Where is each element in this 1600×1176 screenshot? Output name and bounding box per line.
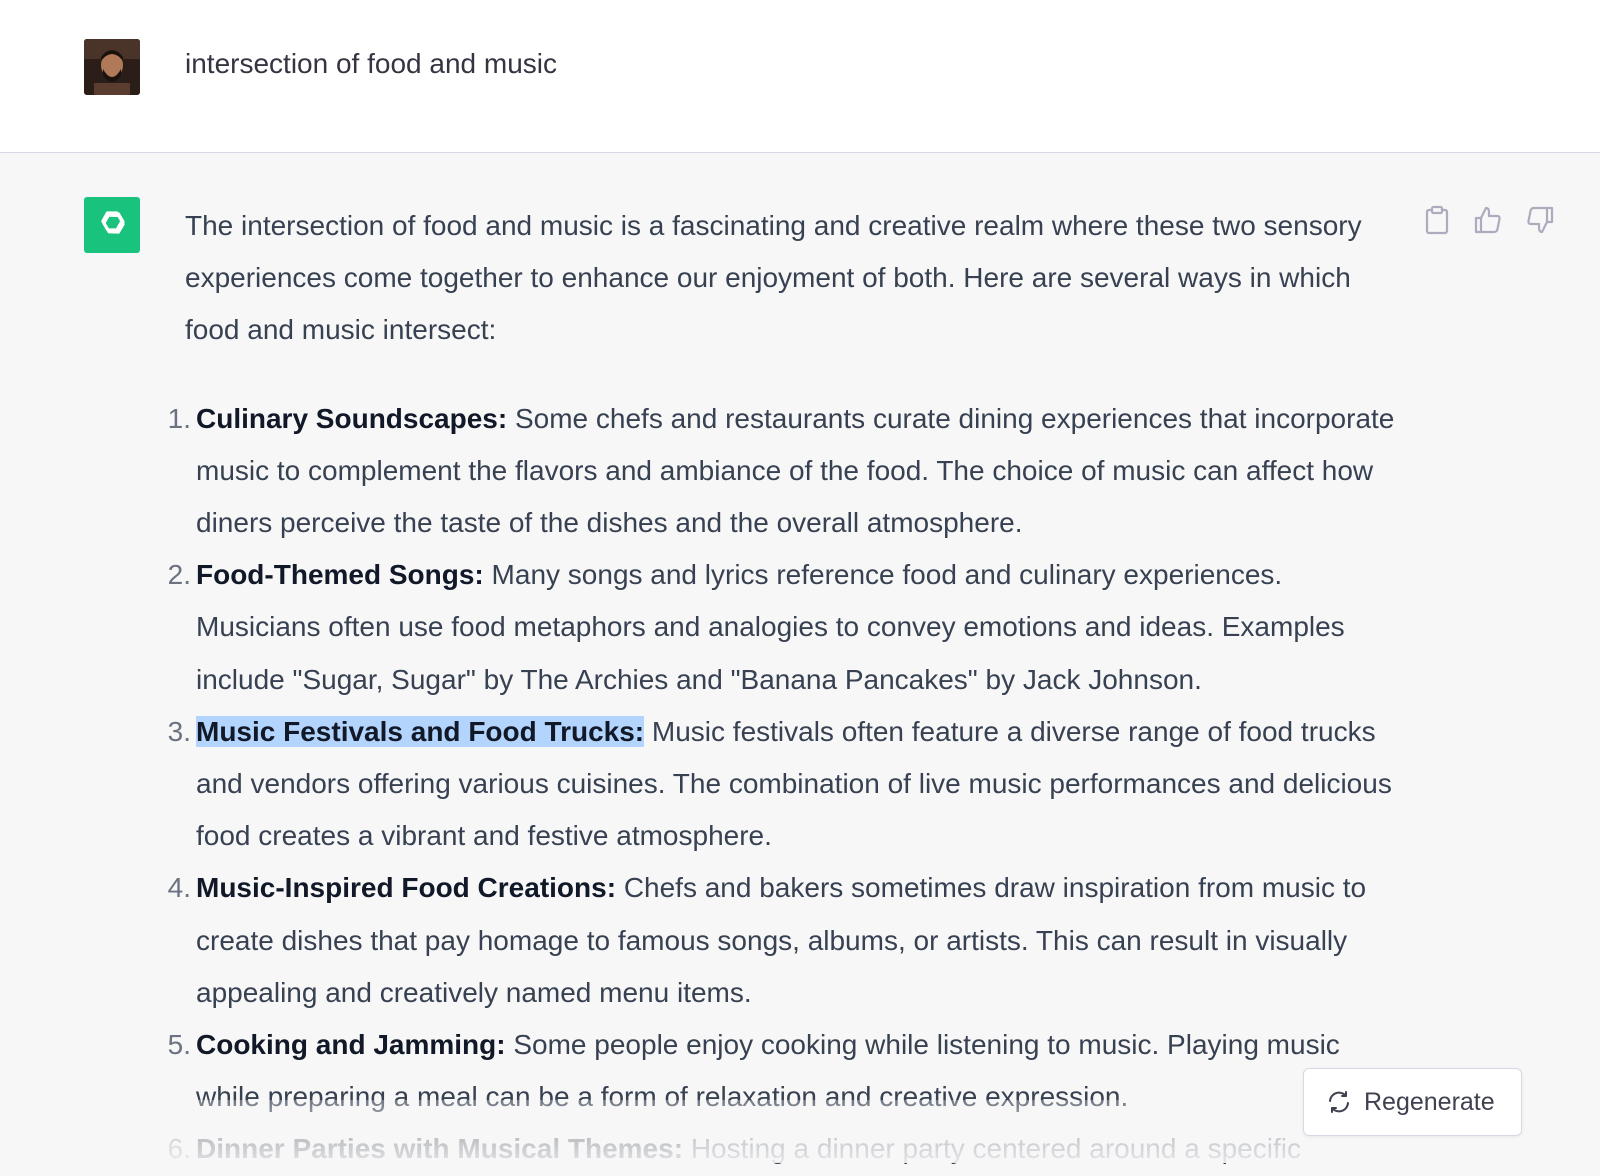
regenerate-button[interactable]: Regenerate <box>1303 1068 1522 1136</box>
thumbs-up-icon[interactable] <box>1471 203 1505 237</box>
list-item: 3. Music Festivals and Food Trucks: Musi… <box>168 706 1395 863</box>
response-list: 1. Culinary Soundscapes: Some chefs and … <box>168 393 1395 1176</box>
assistant-response: The intersection of food and music is a … <box>168 200 1395 1176</box>
thumbs-down-icon[interactable] <box>1523 203 1557 237</box>
list-item-title: Culinary Soundscapes: <box>196 402 508 434</box>
message-actions <box>1420 203 1580 237</box>
list-item: 4. Music-Inspired Food Creations: Chefs … <box>168 862 1395 1019</box>
list-item-title-selected: Music Festivals and Food Trucks: <box>196 715 645 747</box>
regenerate-label: Regenerate <box>1364 1087 1495 1116</box>
list-number: 3. <box>167 715 191 747</box>
assistant-avatar <box>84 197 140 253</box>
list-item-title: Music-Inspired Food Creations: <box>196 872 617 904</box>
response-intro: The intersection of food and music is a … <box>185 210 1362 346</box>
clipboard-icon[interactable] <box>1420 203 1454 237</box>
list-item: 1. Culinary Soundscapes: Some chefs and … <box>168 393 1395 550</box>
list-item: 6. Dinner Parties with Musical Themes: H… <box>168 1123 1395 1175</box>
user-avatar <box>84 39 140 95</box>
list-number: 1. <box>167 402 191 434</box>
list-number: 4. <box>167 872 191 904</box>
openai-logo-icon <box>93 204 131 247</box>
user-message-row: intersection of food and music <box>0 0 1600 153</box>
list-number: 6. <box>167 1133 191 1165</box>
list-number: 2. <box>167 559 191 591</box>
list-item: 5. Cooking and Jamming: Some people enjo… <box>168 1019 1395 1123</box>
refresh-icon <box>1326 1089 1352 1115</box>
list-item-title: Food-Themed Songs: <box>196 559 484 591</box>
list-item-text: Hosting a dinner party centered around a… <box>690 1133 1301 1165</box>
list-item-title: Cooking and Jamming: <box>196 1029 506 1061</box>
list-item: 2. Food-Themed Songs: Many songs and lyr… <box>168 549 1395 706</box>
list-number: 5. <box>167 1029 191 1061</box>
list-item-title: Dinner Parties with Musical Themes: <box>196 1133 684 1165</box>
user-message-text: intersection of food and music <box>185 48 557 79</box>
